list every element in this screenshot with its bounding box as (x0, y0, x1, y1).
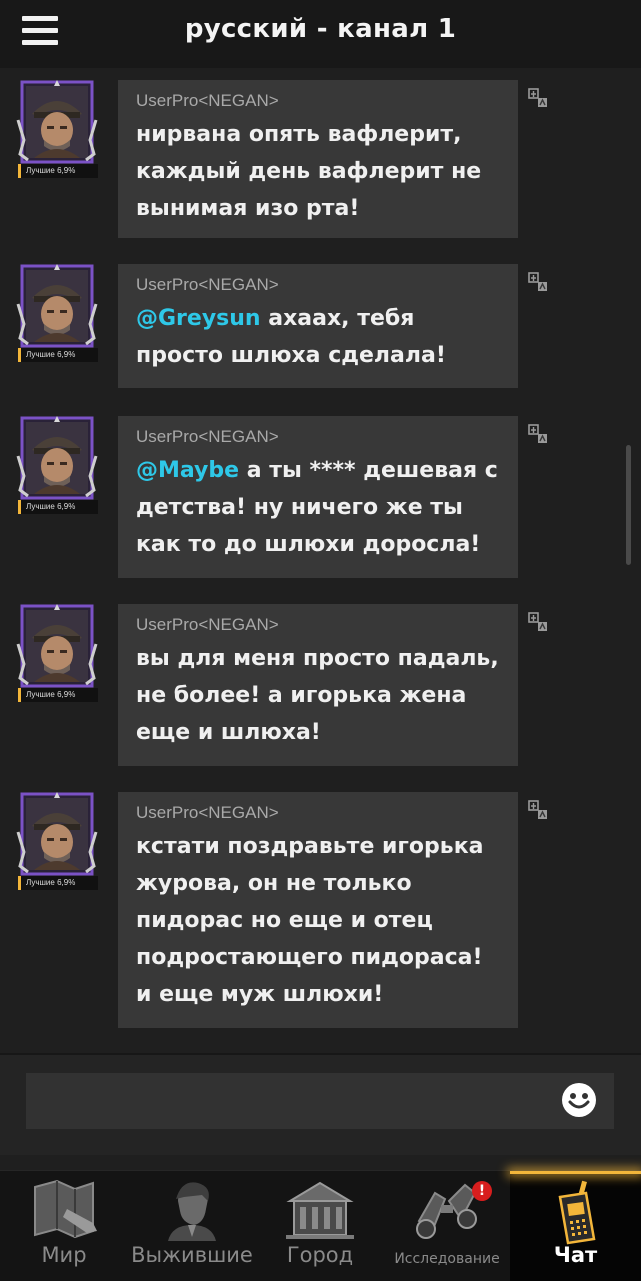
translate-icon[interactable] (528, 88, 548, 108)
chat-input-bar (0, 1055, 641, 1155)
message-mention[interactable]: @Greysun (136, 306, 261, 331)
nav-tab-label: Исследование (394, 1251, 500, 1267)
user-avatar[interactable]: Лучшие 6,9% (14, 792, 98, 892)
chat-message-input[interactable] (26, 1073, 614, 1129)
message-text: нирвана опять вафлерит, каждый день вафл… (136, 116, 500, 227)
translate-icon[interactable] (528, 424, 548, 444)
message-username[interactable]: UserPro<NEGAN> (136, 90, 500, 112)
city-building-icon (286, 1181, 354, 1239)
user-rank-label: Лучшие 6,9% (26, 166, 76, 175)
message-bubble[interactable]: UserPro<NEGAN> @Greysun ахаах, тебя прос… (118, 264, 518, 388)
translate-icon[interactable] (528, 272, 548, 292)
world-map-icon (34, 1179, 97, 1239)
message-bubble[interactable]: UserPro<NEGAN> нирвана опять вафлерит, к… (118, 80, 518, 238)
channel-title: русский - канал 1 (184, 14, 457, 44)
message-text: кстати поздравьте игорька журова, он не … (136, 828, 500, 1013)
survivor-portrait-icon (168, 1182, 216, 1241)
translate-icon[interactable] (528, 612, 548, 632)
nav-tab-city[interactable]: Город (256, 1171, 384, 1281)
message-username[interactable]: UserPro<NEGAN> (136, 426, 500, 448)
user-rank-label: Лучшие 6,9% (26, 350, 76, 359)
nav-tab-world[interactable]: Мир (0, 1171, 128, 1281)
message-text: @Greysun ахаах, тебя просто шлюха сделал… (136, 300, 500, 374)
user-avatar[interactable]: Лучшие 6,9% (14, 604, 98, 704)
nav-tab-label: Мир (41, 1243, 87, 1267)
top-bar: русский - канал 1 (0, 0, 641, 69)
translate-icon[interactable] (528, 800, 548, 820)
nav-tab-survivors[interactable]: Выжившие (128, 1171, 256, 1281)
walkie-talkie-icon (558, 1180, 595, 1245)
user-rank-label: Лучшие 6,9% (26, 878, 76, 887)
chat-messages-list[interactable]: Лучшие 6,9% UserPro<NEGAN> нирвана опять… (0, 68, 641, 1053)
user-avatar[interactable]: Лучшие 6,9% (14, 264, 98, 364)
message-body: кстати поздравьте игорька журова, он не … (136, 834, 484, 1007)
message-username[interactable]: UserPro<NEGAN> (136, 614, 500, 636)
message-text: вы для меня просто падаль, не более! а и… (136, 640, 500, 751)
message-body: нирвана опять вафлерит, каждый день вафл… (136, 122, 482, 221)
message-bubble[interactable]: UserPro<NEGAN> @Maybe а ты **** дешевая … (118, 416, 518, 578)
nav-tab-label: Город (286, 1243, 354, 1267)
emoji-smiley-icon[interactable] (560, 1081, 598, 1119)
user-rank-label: Лучшие 6,9% (26, 690, 76, 699)
user-avatar[interactable]: Лучшие 6,9% (14, 416, 98, 516)
bottom-nav-bar: Мир Выжившие Город Исследование ! Чат (0, 1170, 641, 1281)
message-body: вы для меня просто падаль, не более! а и… (136, 646, 499, 745)
chat-scrollbar[interactable] (626, 445, 631, 565)
notification-badge: ! (472, 1181, 492, 1201)
message-mention[interactable]: @Maybe (136, 458, 239, 483)
message-username[interactable]: UserPro<NEGAN> (136, 802, 500, 824)
message-username[interactable]: UserPro<NEGAN> (136, 274, 500, 296)
message-bubble[interactable]: UserPro<NEGAN> кстати поздравьте игорька… (118, 792, 518, 1028)
message-text: @Maybe а ты **** дешевая с детства! ну н… (136, 452, 500, 563)
active-tab-glow (510, 1171, 641, 1174)
user-rank-label: Лучшие 6,9% (26, 502, 76, 511)
user-avatar[interactable]: Лучшие 6,9% (14, 80, 98, 180)
nav-tab-label: Чат (553, 1243, 598, 1267)
message-bubble[interactable]: UserPro<NEGAN> вы для меня просто падаль… (118, 604, 518, 766)
nav-tab-chat[interactable]: Чат (510, 1171, 641, 1281)
nav-tab-label: Выжившие (131, 1243, 253, 1267)
